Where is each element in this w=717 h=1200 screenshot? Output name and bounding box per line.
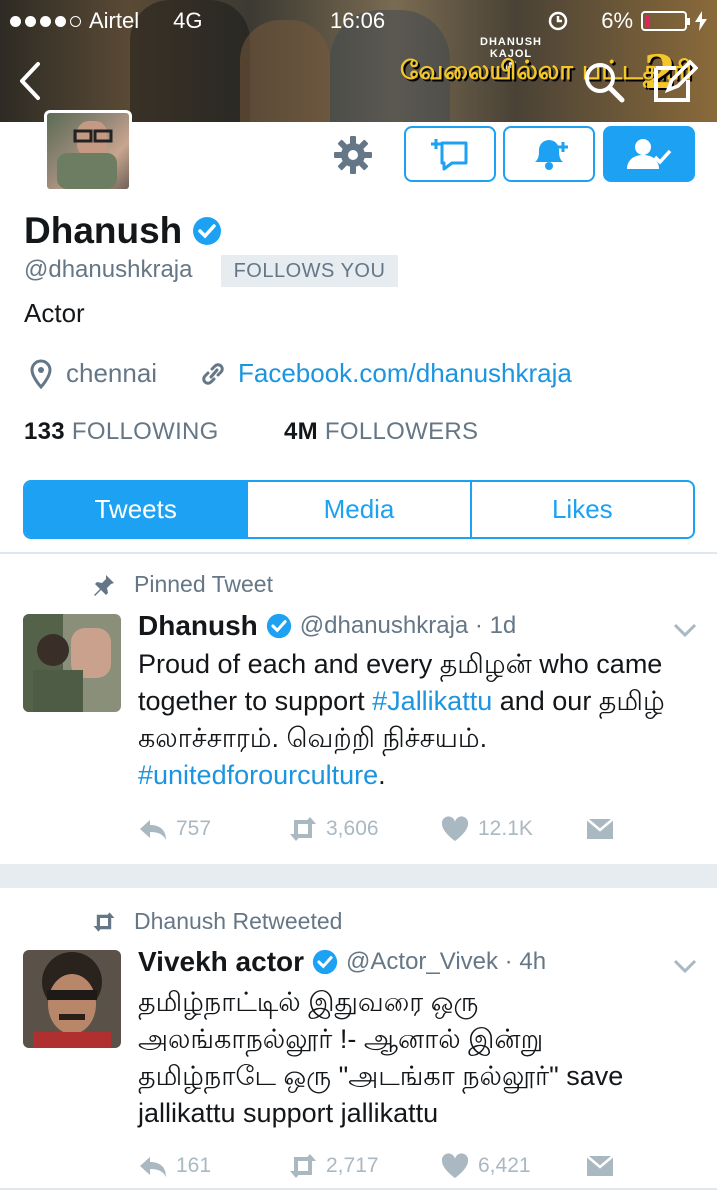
profile-location: chennai	[28, 358, 157, 389]
retweet-button[interactable]: 3,606	[288, 816, 440, 842]
verified-badge-icon	[312, 949, 338, 975]
reply-icon	[140, 820, 166, 840]
signal-strength-icon	[10, 15, 81, 27]
compose-icon[interactable]	[650, 58, 698, 106]
tweet-text: தமிழ்நாட்டில் இதுவரை ஒரு அலங்காநல்லூர் !…	[138, 987, 624, 1128]
tweet-handle-time: @Actor_Vivek · 4h	[346, 948, 547, 975]
profile-name-text: Dhanush	[24, 210, 183, 251]
reply-icon	[140, 1157, 166, 1177]
verified-badge-icon	[193, 217, 222, 245]
tweet-actions: 757 3,606 12.1K	[138, 816, 638, 842]
direct-message-button[interactable]	[585, 1153, 615, 1179]
location-text: chennai	[66, 358, 158, 388]
hashtag-link[interactable]: #Jallikattu	[372, 686, 492, 716]
lock-rotation-icon	[548, 11, 568, 31]
direct-message-button[interactable]	[585, 816, 615, 842]
reply-button[interactable]: 757	[138, 816, 288, 842]
tweet-header: Dhanush @dhanushkraja · 1d	[138, 610, 516, 642]
notifications-button[interactable]	[503, 126, 595, 182]
verified-badge-icon	[266, 613, 291, 639]
status-bar: Airtel 4G 16:06 6%	[0, 0, 717, 40]
tweet-card[interactable]: Dhanush Retweeted Vivekh actor @Actor_Vi…	[0, 888, 717, 1188]
charging-icon	[695, 11, 707, 31]
heart-icon	[441, 816, 469, 841]
settings-gear-icon[interactable]	[332, 134, 374, 176]
heart-icon	[441, 1153, 469, 1178]
tweet-context: Pinned Tweet	[92, 571, 273, 598]
followers-count[interactable]: 4M FOLLOWERS	[284, 418, 478, 446]
add-to-list-button[interactable]	[404, 126, 496, 182]
divider	[0, 1188, 717, 1190]
search-icon[interactable]	[580, 58, 628, 106]
like-button[interactable]: 6,421	[440, 1153, 585, 1179]
status-time: 16:06	[330, 8, 386, 33]
tweet-handle-time: @dhanushkraja · 1d	[299, 612, 517, 639]
battery-percent: 6%	[601, 8, 633, 33]
back-arrow-icon[interactable]	[10, 56, 50, 106]
profile-tabs: Tweets Media Likes	[23, 480, 695, 539]
website-link[interactable]: Facebook.com/dhanushkraja	[238, 358, 572, 389]
battery-icon	[641, 11, 690, 31]
profile-bio: Actor	[24, 298, 85, 328]
tweet-author-name[interactable]: Vivekh actor	[138, 946, 304, 978]
following-count[interactable]: 133 FOLLOWING	[24, 418, 219, 446]
like-button[interactable]: 12.1K	[440, 816, 585, 842]
retweet-icon	[290, 817, 316, 841]
profile-handle: @dhanushkraja	[24, 256, 193, 283]
tweet-avatar[interactable]	[23, 614, 121, 712]
network-type: 4G	[173, 8, 203, 33]
pin-icon	[94, 574, 114, 596]
retweet-icon	[93, 911, 115, 932]
tweet-header: Vivekh actor @Actor_Vivek · 4h	[138, 946, 546, 978]
tweet-avatar[interactable]	[23, 950, 121, 1048]
tab-media[interactable]: Media	[248, 482, 472, 537]
chevron-down-icon[interactable]	[672, 956, 698, 976]
section-separator	[0, 864, 717, 888]
tweet-card[interactable]: Pinned Tweet Dhanush @dhanushkraja · 1d …	[0, 554, 717, 864]
following-button[interactable]	[603, 126, 695, 182]
tweet-actions: 161 2,717 6,421	[138, 1153, 638, 1179]
link-icon	[202, 362, 224, 385]
chevron-down-icon[interactable]	[672, 620, 698, 640]
profile-avatar[interactable]	[44, 110, 132, 192]
reply-button[interactable]: 161	[138, 1153, 288, 1179]
envelope-icon	[586, 1155, 614, 1176]
user-check-icon	[627, 139, 672, 169]
tab-likes[interactable]: Likes	[472, 482, 693, 537]
carrier-name: Airtel	[89, 8, 140, 33]
retweet-button[interactable]: 2,717	[288, 1153, 440, 1179]
location-pin-icon	[30, 358, 52, 389]
envelope-icon	[586, 818, 614, 839]
profile-name: Dhanush	[24, 210, 222, 252]
bell-plus-icon	[535, 140, 568, 170]
follows-you-badge: FOLLOWS YOU	[221, 255, 398, 287]
retweet-icon	[290, 1154, 316, 1178]
tweet-context: Dhanush Retweeted	[92, 908, 342, 935]
tweet-text: Proud of each and every தமிழன் who came …	[138, 649, 665, 790]
tweet-author-name[interactable]: Dhanush	[138, 610, 258, 642]
list-add-icon	[431, 139, 468, 171]
hashtag-link[interactable]: #unitedforourculture	[138, 760, 378, 790]
profile-website[interactable]: Facebook.com/dhanushkraja	[200, 358, 572, 389]
tab-tweets[interactable]: Tweets	[25, 482, 249, 537]
carrier-info: Airtel 4G	[10, 8, 202, 34]
